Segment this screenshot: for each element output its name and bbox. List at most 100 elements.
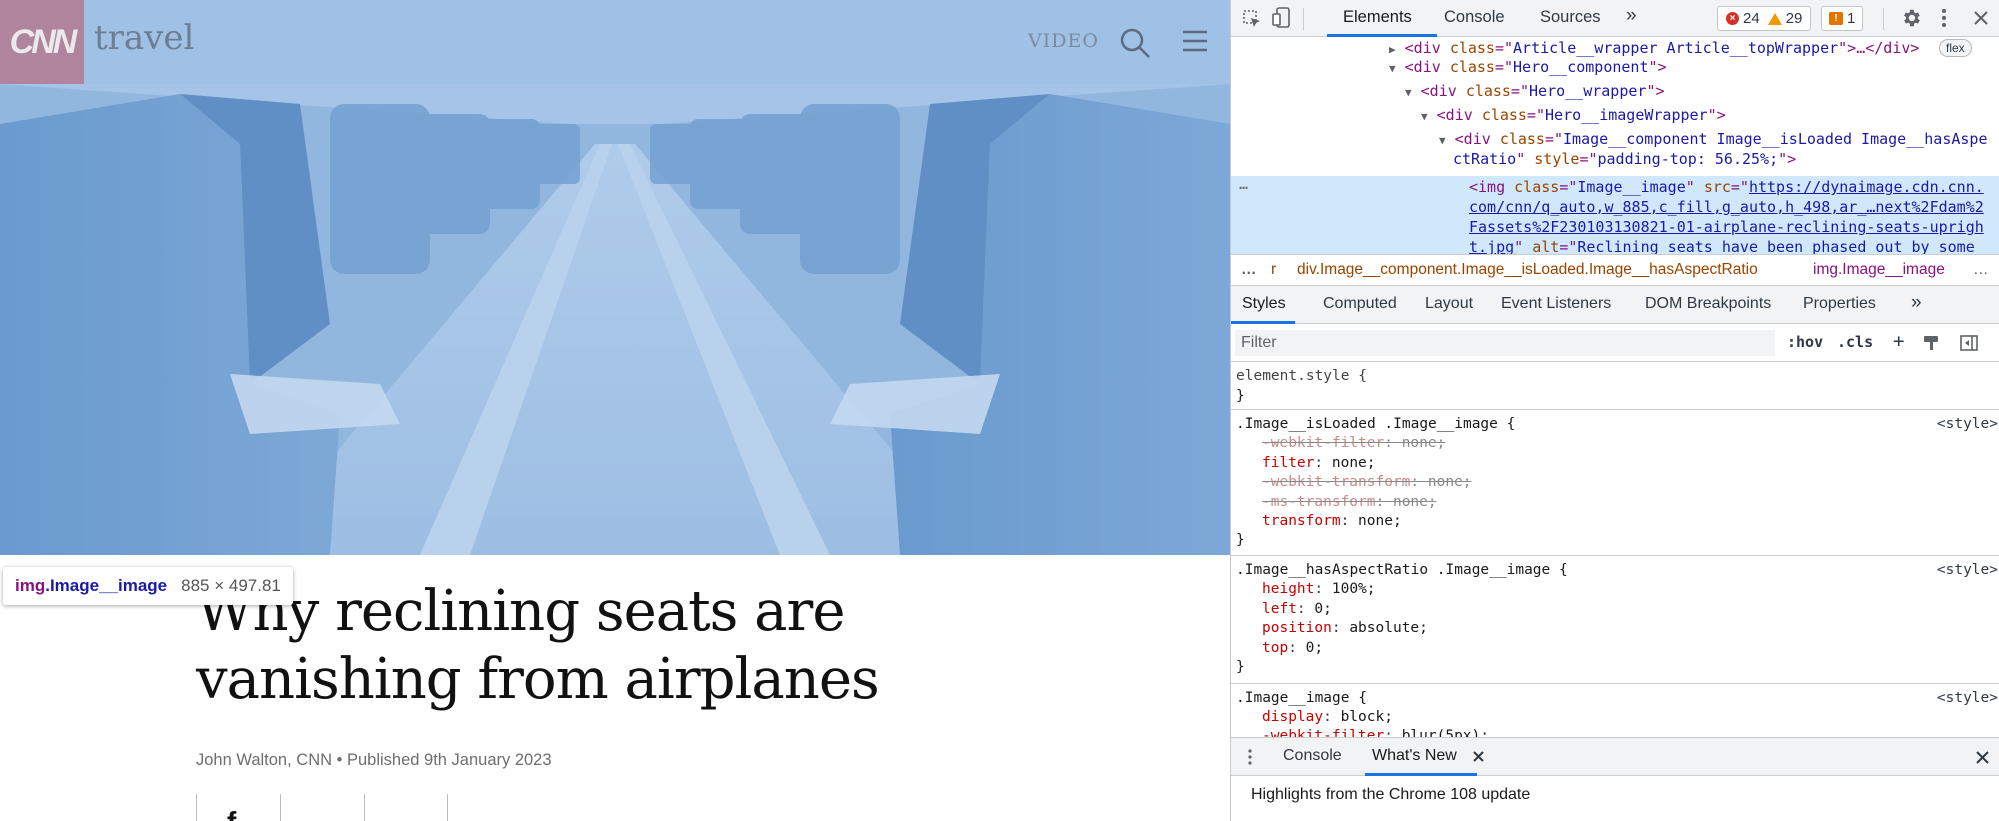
dom-node-selected[interactable]: <img class="Image__image" src="https://d… <box>1469 177 1984 197</box>
tab-layout[interactable]: Layout <box>1425 295 1473 313</box>
dom-node[interactable]: ▼ <div class="Hero__wrapper"> <box>1405 81 1665 103</box>
inspect-element-icon[interactable] <box>1241 8 1263 30</box>
css-property[interactable]: display: block; <box>1262 709 1393 725</box>
paint-brush-icon[interactable] <box>1921 333 1941 353</box>
close-devtools-icon[interactable] <box>1971 8 1991 28</box>
inspect-tooltip: img.Image__image 885 × 497.81 <box>3 567 293 605</box>
video-link[interactable]: VIDEO <box>1028 30 1099 52</box>
img-src-link[interactable]: t.jpg" alt="Reclining seats have been ph… <box>1469 237 1975 254</box>
styles-filter-input[interactable] <box>1235 330 1775 356</box>
warning-icon <box>1767 12 1782 25</box>
breadcrumb-overflow-right[interactable]: … <box>1973 261 1989 279</box>
tooltip-class: .Image__image <box>45 576 168 595</box>
error-count: 24 <box>1743 10 1760 27</box>
new-rule-button[interactable]: + <box>1893 330 1904 352</box>
drawer-menu-icon[interactable] <box>1245 747 1255 767</box>
whats-new-highlight[interactable]: Highlights from the Chrome 108 update <box>1251 786 1530 804</box>
tab-properties[interactable]: Properties <box>1803 295 1876 313</box>
tab-styles[interactable]: Styles <box>1242 295 1286 313</box>
rule-image-hasaspectratio[interactable]: .Image__hasAspectRatio .Image__image { <… <box>1231 556 1999 684</box>
css-property[interactable]: filter: none; <box>1262 455 1376 471</box>
share-twitter-button[interactable] <box>280 794 364 821</box>
rule-selector: .Image__hasAspectRatio .Image__image { <box>1236 562 1568 578</box>
breadcrumb-item[interactable]: div.Image__component.Image__isLoaded.Ima… <box>1297 261 1758 279</box>
airplane-cabin-image <box>0 84 1230 555</box>
css-property[interactable]: top: 0; <box>1262 640 1323 656</box>
dom-node[interactable]: ▼ <div class="Image__component Image__is… <box>1439 129 1987 151</box>
rule-close-brace: } <box>1236 532 1245 548</box>
issue-count: 1 <box>1847 10 1856 27</box>
hero-image[interactable] <box>0 84 1230 555</box>
rule-image-isloaded[interactable]: .Image__isLoaded .Image__image { <style>… <box>1231 410 1999 556</box>
node-actions-ellipsis[interactable]: … <box>1239 174 1248 194</box>
rule-selector: .Image__isLoaded .Image__image { <box>1236 416 1516 432</box>
warning-count: 29 <box>1785 10 1803 27</box>
tab-sources[interactable]: Sources <box>1540 8 1601 27</box>
rule-element-style[interactable]: element.style { } <box>1231 362 1999 410</box>
breadcrumb-overflow-left[interactable]: … <box>1241 261 1257 279</box>
hamburger-menu-icon[interactable] <box>1182 28 1208 54</box>
kebab-menu-icon[interactable] <box>1937 6 1951 30</box>
rule-selector: element.style { <box>1236 368 1367 384</box>
more-subtabs-button[interactable]: » <box>1911 292 1922 314</box>
dom-node-continuation: ctRatio" style="padding-top: 56.25%;"> <box>1453 150 1797 168</box>
rule-selector: .Image__image { <box>1236 690 1367 706</box>
close-tab-icon[interactable] <box>1471 749 1485 763</box>
css-property-overridden[interactable]: -webkit-transform: none; <box>1262 474 1472 490</box>
share-facebook-button[interactable]: f <box>196 794 280 821</box>
drawer-tabs: Console What's New <box>1231 738 1999 776</box>
share-email-button[interactable] <box>364 794 448 821</box>
section-title[interactable]: travel <box>94 18 194 58</box>
toolbar-divider <box>1303 8 1304 30</box>
error-icon: × <box>1726 12 1739 25</box>
tab-dom-breakpoints[interactable]: DOM Breakpoints <box>1645 295 1771 313</box>
breadcrumb-item-selected[interactable]: img.Image__image <box>1813 261 1945 279</box>
settings-gear-icon[interactable] <box>1899 6 1923 30</box>
device-toolbar-icon[interactable] <box>1271 7 1293 29</box>
css-property-overridden[interactable]: -webkit-filter: none; <box>1262 435 1445 451</box>
css-property[interactable]: height: 100%; <box>1262 581 1376 597</box>
issue-icon: ! <box>1829 12 1843 25</box>
class-toggle[interactable]: .cls <box>1837 333 1873 351</box>
dom-node[interactable]: ▼ <div class="Hero__component"> <box>1389 57 1667 79</box>
tab-event-listeners[interactable]: Event Listeners <box>1501 295 1611 313</box>
tooltip-dimensions: 885 × 497.81 <box>181 576 281 595</box>
css-property[interactable]: -webkit-filter: blur(5px); <box>1262 728 1489 737</box>
dom-node[interactable]: ▼ <div class="Hero__imageWrapper"> <box>1421 105 1726 127</box>
devtools-toolbar: Elements Console Sources » × 24 29 ! 1 <box>1231 0 1999 37</box>
tab-computed[interactable]: Computed <box>1323 295 1397 313</box>
drawer-tab-whats-new[interactable]: What's New <box>1372 747 1457 765</box>
rule-source-link[interactable]: <style> <box>1937 416 1998 432</box>
more-tabs-button[interactable]: » <box>1626 5 1637 27</box>
css-property[interactable]: left: 0; <box>1262 601 1332 617</box>
rule-source-link[interactable]: <style> <box>1937 690 1998 706</box>
share-bar: f <box>196 794 448 821</box>
breadcrumb-item[interactable]: r <box>1271 261 1276 279</box>
css-property-overridden[interactable]: -ms-transform: none; <box>1262 494 1437 510</box>
styles-filter-bar: :hov .cls + <box>1231 324 1999 362</box>
close-drawer-icon[interactable] <box>1973 748 1991 766</box>
img-src-link[interactable]: Fassets%2F230103130821-01-airplane-recli… <box>1469 217 1984 237</box>
issues-badge[interactable]: ! 1 <box>1821 6 1864 31</box>
toggle-sidebar-icon[interactable] <box>1959 333 1979 353</box>
hover-state-toggle[interactable]: :hov <box>1787 333 1823 351</box>
cnn-logo[interactable]: CNN <box>0 0 84 84</box>
search-icon[interactable] <box>1118 26 1152 60</box>
browser-viewport: CNN travel VIDEO Why reclining seats are… <box>0 0 1230 821</box>
breadcrumb: … r div.Image__component.Image__isLoaded… <box>1231 254 1999 286</box>
dom-tree: ▶ <div class="Article__wrapper Article__… <box>1231 38 1999 254</box>
tooltip-tag: img <box>15 576 46 595</box>
styles-subtabs: Styles Computed Layout Event Listeners D… <box>1231 286 1999 324</box>
css-property[interactable]: position: absolute; <box>1262 620 1428 636</box>
img-src-link[interactable]: com/cnn/q_auto,w_885,c_fill,g_auto,h_498… <box>1469 197 1984 217</box>
css-property[interactable]: transform: none; <box>1262 513 1402 529</box>
console-counts-badge[interactable]: × 24 29 <box>1717 6 1812 31</box>
rule-image-image[interactable]: .Image__image { <style> display: block; … <box>1231 684 1999 737</box>
tab-console[interactable]: Console <box>1444 8 1505 27</box>
tab-elements[interactable]: Elements <box>1343 8 1412 27</box>
rule-source-link[interactable]: <style> <box>1937 562 1998 578</box>
flex-badge[interactable]: flex <box>1939 39 1972 57</box>
article-byline: John Walton, CNN • Published 9th January… <box>196 751 552 769</box>
devtools-panel: Elements Console Sources » × 24 29 ! 1 ▶ <… <box>1230 0 1999 821</box>
drawer-tab-console[interactable]: Console <box>1283 747 1342 765</box>
